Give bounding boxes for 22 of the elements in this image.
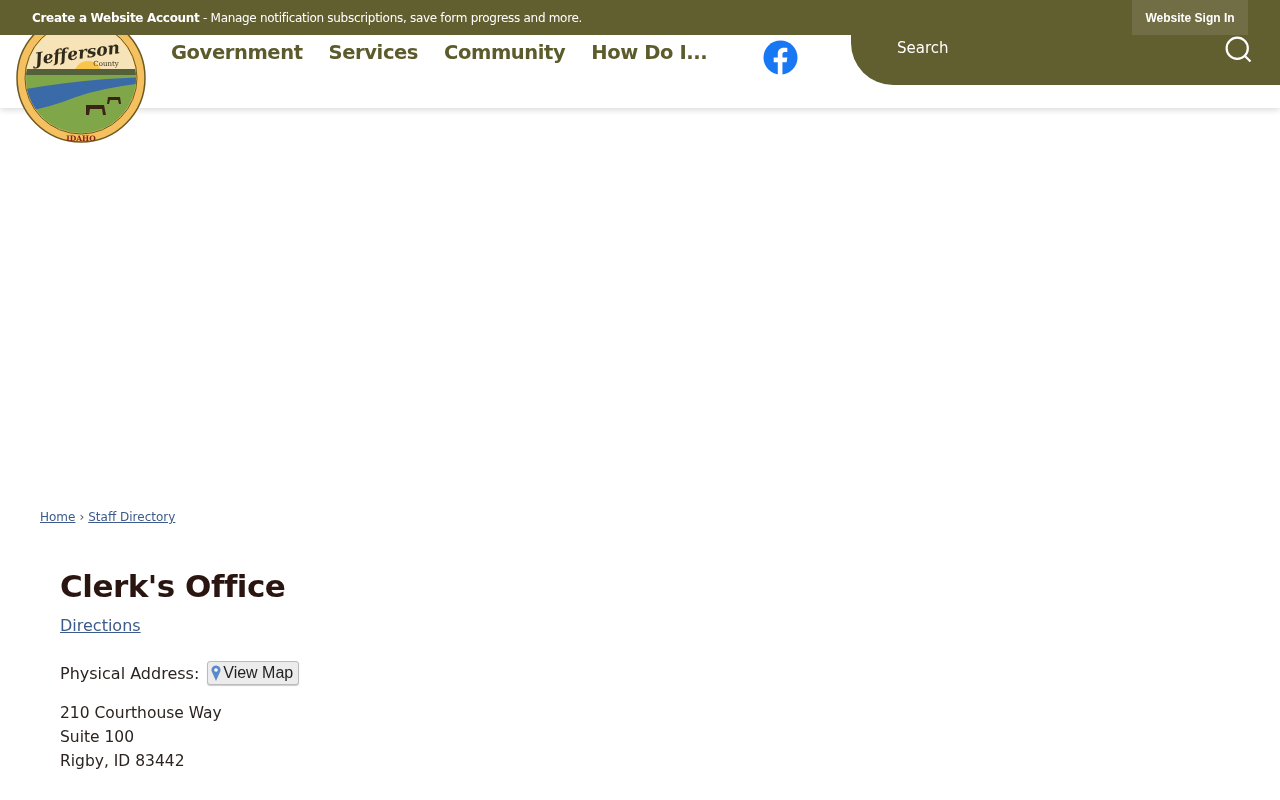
notification-banner-text: Create a Website Account - Manage notification subscriptions, save form progress and more.	[32, 10, 583, 25]
page-title: Clerk's Office	[60, 567, 287, 606]
nav-link[interactable]: Government	[171, 41, 303, 64]
sign-in-button[interactable]: Website Sign In	[1132, 0, 1248, 35]
search-input[interactable]: Search	[897, 33, 1224, 63]
map-pin-icon	[211, 665, 222, 681]
breadcrumb-separator: ›	[79, 510, 85, 524]
search-field[interactable]: Search	[851, 33, 1280, 85]
view-map-button[interactable]: View Map	[207, 661, 300, 685]
nav-link[interactable]: How Do I...	[591, 41, 708, 64]
search-icon[interactable]	[1224, 35, 1254, 65]
nav-link[interactable]: Services	[328, 41, 419, 64]
nav-link[interactable]: Community	[444, 41, 566, 64]
breadcrumb-link[interactable]: Staff Directory	[88, 510, 176, 524]
address-label: Physical Address:	[60, 663, 200, 683]
facebook-icon[interactable]	[763, 40, 799, 75]
address-line: Rigby, ID 83442	[60, 751, 186, 772]
address-line: Suite 100	[60, 727, 136, 748]
directions-link[interactable]: Directions	[60, 616, 141, 635]
create-account-link[interactable]: Create a Website Account	[32, 10, 200, 25]
address-line: 210 Courthouse Way	[60, 703, 223, 724]
breadcrumb-link[interactable]: Home	[40, 510, 76, 524]
